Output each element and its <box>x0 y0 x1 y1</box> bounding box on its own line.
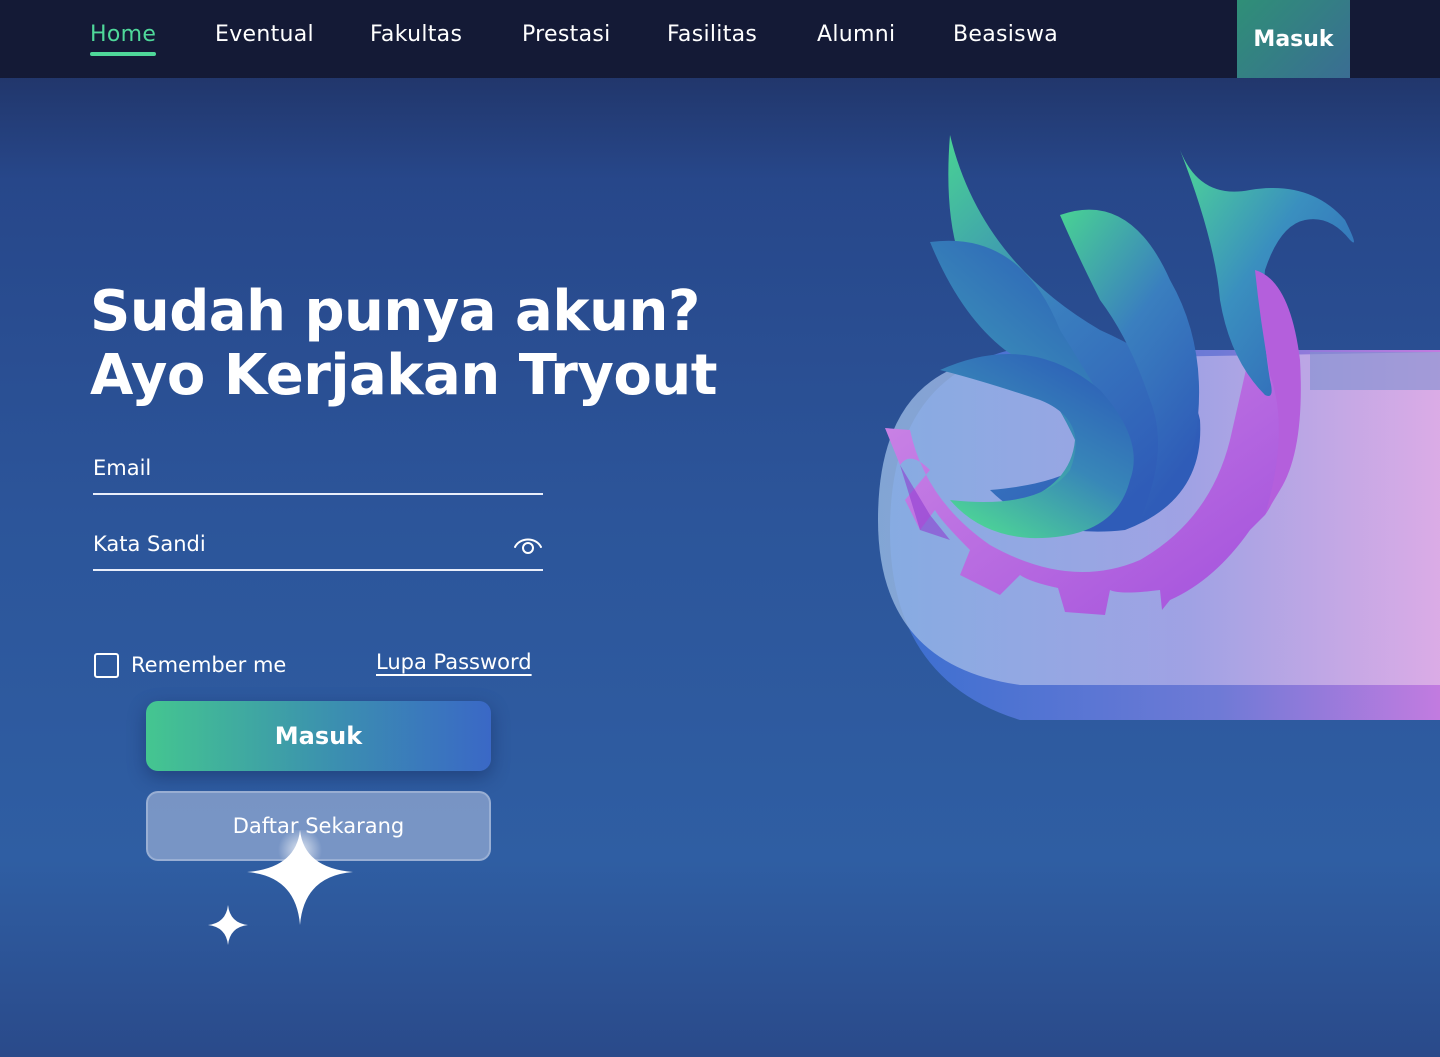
top-navbar: Home Eventual Fakultas Prestasi Fasilita… <box>0 0 1440 78</box>
nav-item-eventual[interactable]: Eventual <box>215 22 314 47</box>
email-field-wrapper <box>93 443 543 495</box>
phoenix-gear-logo-illustration <box>878 135 1440 720</box>
nav-item-fasilitas[interactable]: Fasilitas <box>667 22 757 47</box>
email-field[interactable] <box>93 443 493 493</box>
login-submit-button[interactable]: Masuk <box>146 701 491 771</box>
forgot-password-link[interactable]: Lupa Password <box>376 650 532 674</box>
page-title-line-2: Ayo Kerjakan Tryout <box>90 343 717 408</box>
page-title: Sudah punya akun? Ayo Kerjakan Tryout <box>90 280 770 408</box>
nav-item-prestasi[interactable]: Prestasi <box>522 22 611 47</box>
password-field-wrapper <box>93 519 543 571</box>
nav-item-home[interactable]: Home <box>90 22 157 56</box>
remember-me-label: Remember me <box>131 653 287 677</box>
nav-item-fakultas[interactable]: Fakultas <box>370 22 462 47</box>
nav-item-beasiswa[interactable]: Beasiswa <box>953 22 1058 47</box>
password-field[interactable] <box>93 519 493 569</box>
eye-icon[interactable] <box>513 533 543 557</box>
page-title-line-1: Sudah punya akun? <box>90 279 700 344</box>
nav-login-button[interactable]: Masuk <box>1237 0 1350 78</box>
register-button[interactable]: Daftar Sekarang <box>146 791 491 861</box>
nav-item-alumni[interactable]: Alumni <box>817 22 895 47</box>
remember-me-toggle[interactable]: Remember me <box>94 650 286 680</box>
remember-me-checkbox[interactable] <box>94 652 119 678</box>
